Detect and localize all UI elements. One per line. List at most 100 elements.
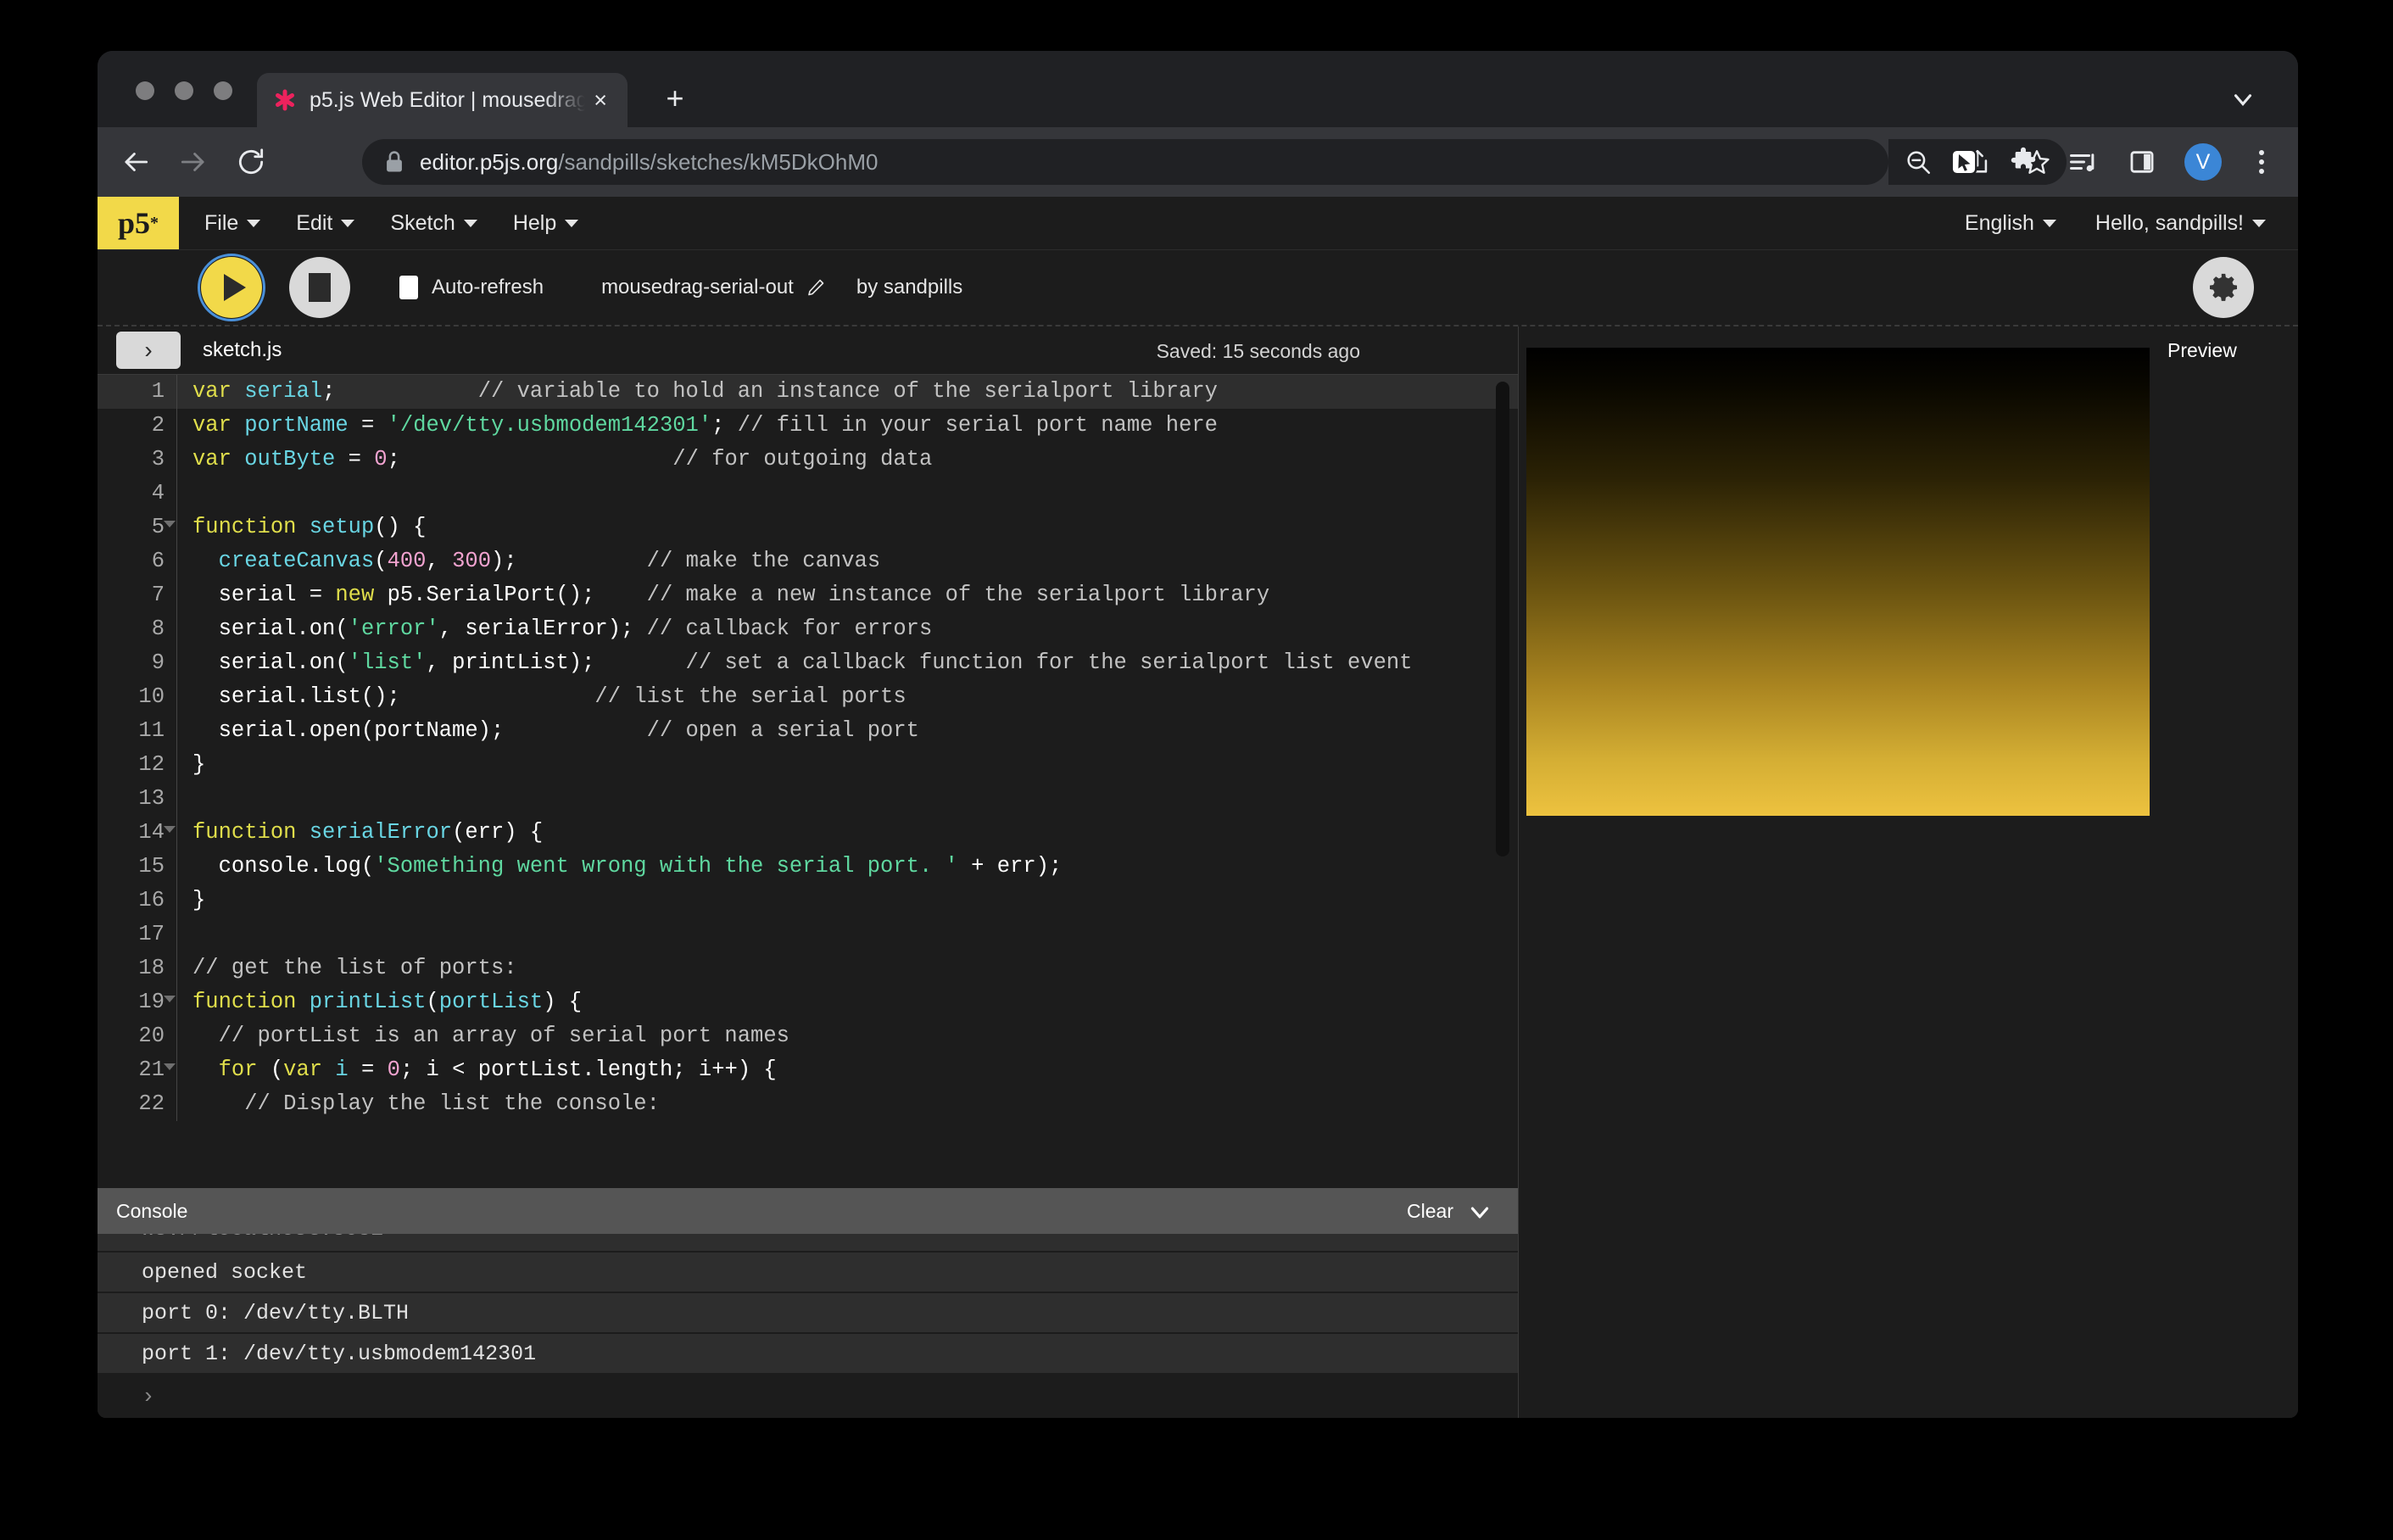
code-text[interactable]: var portName = '/dev/tty.usbmodem142301'… [177, 409, 1519, 443]
screen: p5.js Web Editor | mousedrag-s × + edito… [0, 0, 2393, 1540]
console-input-prompt[interactable]: › [98, 1375, 1518, 1418]
code-text[interactable]: // portList is an array of serial port n… [177, 1019, 1519, 1053]
run-sketch-button[interactable] [198, 254, 265, 321]
code-line[interactable]: 15 console.log('Something went wrong wit… [98, 850, 1518, 884]
minimize-window-button[interactable] [175, 81, 193, 100]
code-text[interactable]: } [177, 884, 1519, 918]
browser-tab-title: p5.js Web Editor | mousedrag-s [310, 87, 586, 112]
code-line[interactable]: 20 // portList is an array of serial por… [98, 1019, 1518, 1053]
p5-web-editor-page: p5 * File Edit Sketch Help English Hello… [98, 197, 2298, 1418]
close-window-button[interactable] [136, 81, 154, 100]
code-line[interactable]: 12 } [98, 748, 1518, 782]
code-text[interactable]: // Display the list the console: [177, 1087, 1519, 1121]
code-line[interactable]: 7 serial = new p5.SerialPort(); // make … [98, 578, 1518, 612]
menu-item-file[interactable]: File [204, 211, 261, 236]
code-line[interactable]: 22 // Display the list the console: [98, 1087, 1518, 1121]
code-text[interactable]: function setup() { [177, 511, 1519, 544]
code-line[interactable]: 2 var portName = '/dev/tty.usbmodem14230… [98, 409, 1518, 443]
auto-refresh-checkbox[interactable] [399, 276, 418, 299]
code-text[interactable]: } [177, 748, 1519, 782]
settings-button[interactable] [2193, 257, 2254, 318]
fold-arrow-icon[interactable] [164, 996, 176, 1002]
menu-item-help[interactable]: Help [513, 211, 579, 236]
code-text[interactable]: console.log('Something went wrong with t… [177, 850, 1519, 884]
sidebar-toggle-button[interactable]: › [116, 332, 181, 369]
code-text[interactable] [177, 782, 1519, 816]
code-line[interactable]: 17 [98, 918, 1518, 951]
console-output[interactable]: ws://localhost:8081 opened socket port 0… [98, 1234, 1518, 1418]
auto-refresh-toggle[interactable]: Auto-refresh [399, 276, 544, 299]
reload-button[interactable] [231, 142, 271, 181]
code-text[interactable]: for (var i = 0; i < portList.length; i++… [177, 1053, 1519, 1087]
code-text[interactable] [177, 918, 1519, 951]
code-line[interactable]: 11 serial.open(portName); // open a seri… [98, 714, 1518, 748]
sketch-canvas[interactable] [1526, 348, 2150, 816]
maximize-window-button[interactable] [214, 81, 232, 100]
close-icon[interactable]: × [588, 86, 612, 115]
chevron-down-icon[interactable] [1467, 1203, 1492, 1222]
line-number: 17 [98, 918, 177, 951]
menu-item-sketch[interactable]: Sketch [390, 211, 477, 236]
zoom-out-icon[interactable] [1901, 145, 1935, 179]
code-line[interactable]: 1 var serial; // variable to hold an ins… [98, 375, 1518, 409]
browser-tab[interactable]: p5.js Web Editor | mousedrag-s × [257, 73, 628, 127]
back-button[interactable] [116, 142, 155, 181]
code-text[interactable]: serial.on('error', serialError); // call… [177, 612, 1519, 646]
editor-scrollbar[interactable] [1496, 382, 1509, 856]
code-text[interactable]: serial.on('list', printList); // set a c… [177, 646, 1519, 680]
fold-arrow-icon[interactable] [164, 1063, 176, 1070]
code-text[interactable]: serial = new p5.SerialPort(); // make a … [177, 578, 1519, 612]
account-menu[interactable]: Hello, sandpills! [2095, 211, 2266, 236]
code-text[interactable]: function printList(portList) { [177, 985, 1519, 1019]
play-icon [224, 274, 246, 301]
fold-arrow-icon[interactable] [164, 521, 176, 527]
code-line[interactable]: 5 function setup() { [98, 511, 1518, 544]
address-bar[interactable]: editor.p5js.org/sandpills/sketches/kM5Dk… [362, 139, 1888, 185]
code-line[interactable]: 19 function printList(portList) { [98, 985, 1518, 1019]
code-line[interactable]: 16 } [98, 884, 1518, 918]
pencil-edit-icon[interactable] [806, 277, 826, 298]
code-text[interactable]: serial.open(portName); // open a serial … [177, 714, 1519, 748]
code-text[interactable]: var serial; // variable to hold an insta… [176, 375, 1518, 409]
code-line[interactable]: 6 createCanvas(400, 300); // make the ca… [98, 544, 1518, 578]
code-text[interactable]: // get the list of ports: [177, 951, 1519, 985]
code-text[interactable]: function serialError(err) { [177, 816, 1519, 850]
code-line[interactable]: 13 [98, 782, 1518, 816]
code-text[interactable]: serial.list(); // list the serial ports [177, 680, 1519, 714]
code-line[interactable]: 14 function serialError(err) { [98, 816, 1518, 850]
media-playlist-icon[interactable] [2066, 145, 2100, 179]
side-panel-icon[interactable] [2125, 145, 2159, 179]
browser-menu-button[interactable] [2247, 150, 2276, 174]
file-tab-sketch-js[interactable]: sketch.js [203, 338, 282, 362]
new-tab-button[interactable]: + [657, 81, 693, 117]
pointer-extension-icon[interactable] [1947, 145, 1981, 179]
code-line[interactable]: 9 serial.on('list', printList); // set a… [98, 646, 1518, 680]
console-header: Console Clear [98, 1188, 1518, 1234]
code-line[interactable]: 10 serial.list(); // list the serial por… [98, 680, 1518, 714]
console-row: port 0: /dev/tty.BLTH [98, 1293, 1518, 1334]
browser-window: p5.js Web Editor | mousedrag-s × + edito… [98, 51, 2298, 1418]
code-line[interactable]: 18 // get the list of ports: [98, 951, 1518, 985]
code-text[interactable]: var outByte = 0; // for outgoing data [177, 443, 1519, 477]
forward-button[interactable] [174, 142, 213, 181]
console-clear-button[interactable]: Clear [1407, 1200, 1453, 1223]
code-line[interactable]: 3 var outByte = 0; // for outgoing data [98, 443, 1518, 477]
code-line[interactable]: 8 serial.on('error', serialError); // ca… [98, 612, 1518, 646]
sketch-author: by sandpills [856, 276, 963, 299]
sketch-name[interactable]: mousedrag-serial-out [601, 276, 826, 299]
p5-logo[interactable]: p5 * [98, 197, 179, 249]
code-text[interactable] [177, 477, 1519, 511]
language-selector[interactable]: English [1965, 211, 2056, 236]
stop-sketch-button[interactable] [289, 257, 350, 318]
chevron-down-icon[interactable] [2228, 85, 2257, 114]
console-row: ws://localhost:8081 [98, 1234, 1518, 1253]
fold-arrow-icon[interactable] [164, 826, 176, 833]
menu-item-edit[interactable]: Edit [296, 211, 355, 236]
code-text[interactable]: createCanvas(400, 300); // make the canv… [177, 544, 1519, 578]
lock-icon [384, 150, 404, 174]
puzzle-extensions-icon[interactable] [2006, 145, 2040, 179]
line-number: 2 [98, 409, 177, 443]
code-line[interactable]: 21 for (var i = 0; i < portList.length; … [98, 1053, 1518, 1087]
code-line[interactable]: 4 [98, 477, 1518, 511]
avatar[interactable]: V [2184, 143, 2222, 181]
